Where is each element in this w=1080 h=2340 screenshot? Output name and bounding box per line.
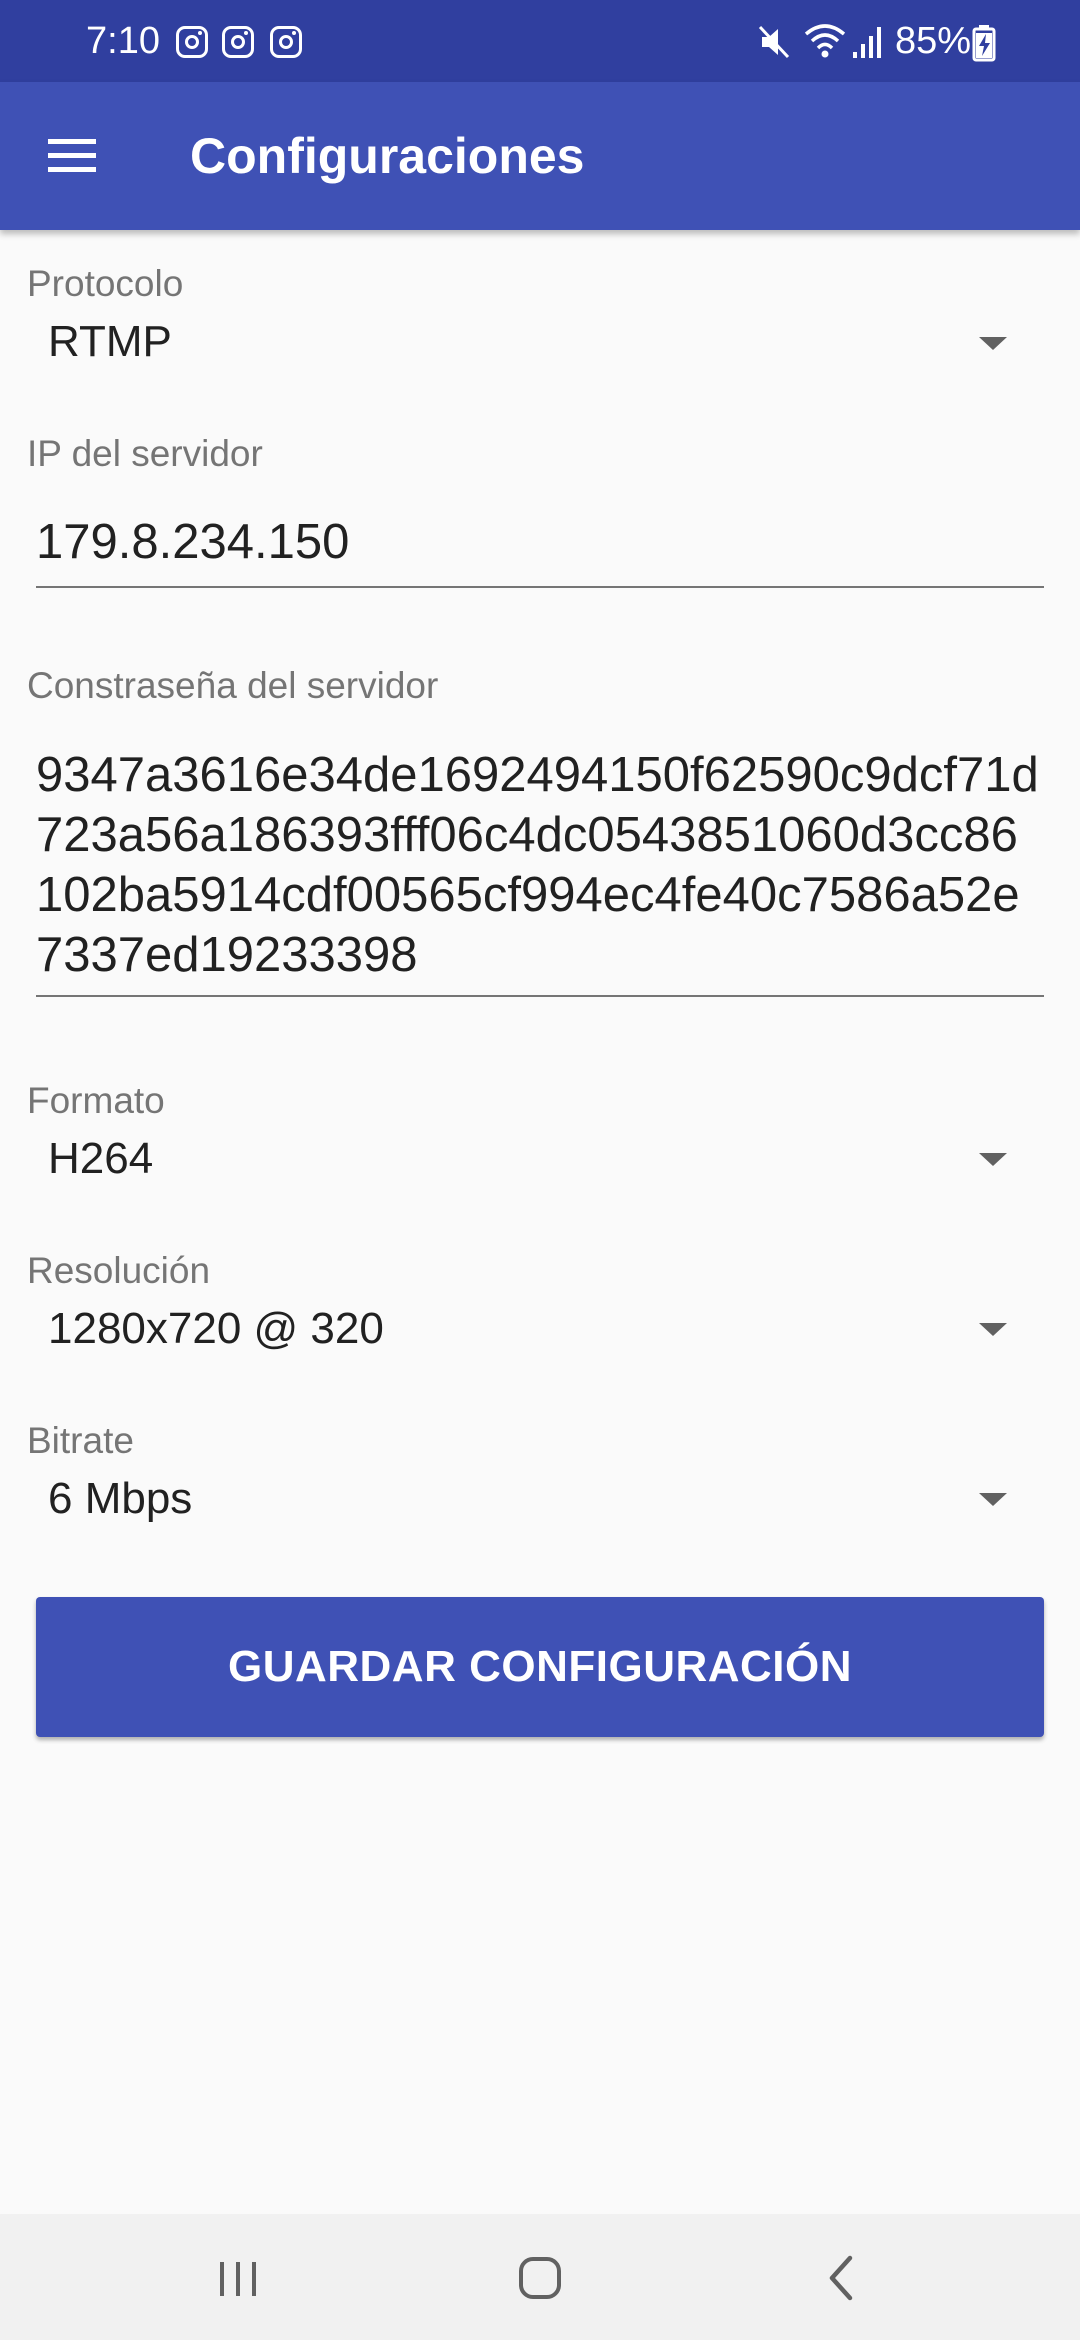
save-configuration-button[interactable]: GUARDAR CONFIGURACIÓN	[36, 1597, 1044, 1737]
server-ip-input[interactable]: 179.8.234.150	[36, 512, 1044, 588]
protocol-label: Protocolo	[27, 263, 184, 304]
server-ip-label: IP del servidor	[27, 433, 263, 474]
server-password-label: Constraseña del servidor	[27, 665, 439, 706]
mute-icon	[758, 25, 790, 59]
status-time: 7:10	[86, 20, 160, 62]
bitrate-value: 6 Mbps	[48, 1474, 193, 1523]
resolution-value: 1280x720 @ 320	[48, 1304, 384, 1353]
bitrate-dropdown-arrow-icon	[979, 1493, 1007, 1506]
format-value: H264	[48, 1134, 154, 1183]
instagram-icon	[176, 26, 208, 58]
hamburger-menu-icon[interactable]	[40, 126, 108, 186]
protocol-value: RTMP	[48, 317, 172, 366]
protocol-dropdown-arrow-icon	[979, 337, 1007, 350]
bitrate-label: Bitrate	[27, 1420, 134, 1461]
battery-percentage: 85%	[895, 20, 972, 62]
screen-title: Configuraciones	[190, 128, 585, 184]
recent-apps-icon[interactable]	[198, 2242, 278, 2312]
status-bar: 7:10 85%	[0, 0, 1080, 82]
protocol-spinner[interactable]	[27, 309, 1053, 379]
server-password-input[interactable]: 9347a3616e34de1692494150f62590c9dcf71d72…	[36, 745, 1044, 997]
back-icon[interactable]	[802, 2242, 882, 2312]
format-spinner[interactable]	[27, 1126, 1053, 1196]
instagram-icon	[270, 26, 302, 58]
wifi-icon	[804, 24, 846, 58]
resolution-dropdown-arrow-icon	[979, 1323, 1007, 1336]
navigation-bar	[0, 2214, 1080, 2340]
app-bar: Configuraciones	[0, 82, 1080, 230]
format-label: Formato	[27, 1080, 165, 1121]
home-icon[interactable]	[500, 2242, 580, 2312]
instagram-icon	[222, 26, 254, 58]
battery-charging-icon	[972, 25, 996, 62]
signal-icon	[853, 27, 881, 58]
format-dropdown-arrow-icon	[979, 1153, 1007, 1166]
resolution-label: Resolución	[27, 1250, 211, 1291]
